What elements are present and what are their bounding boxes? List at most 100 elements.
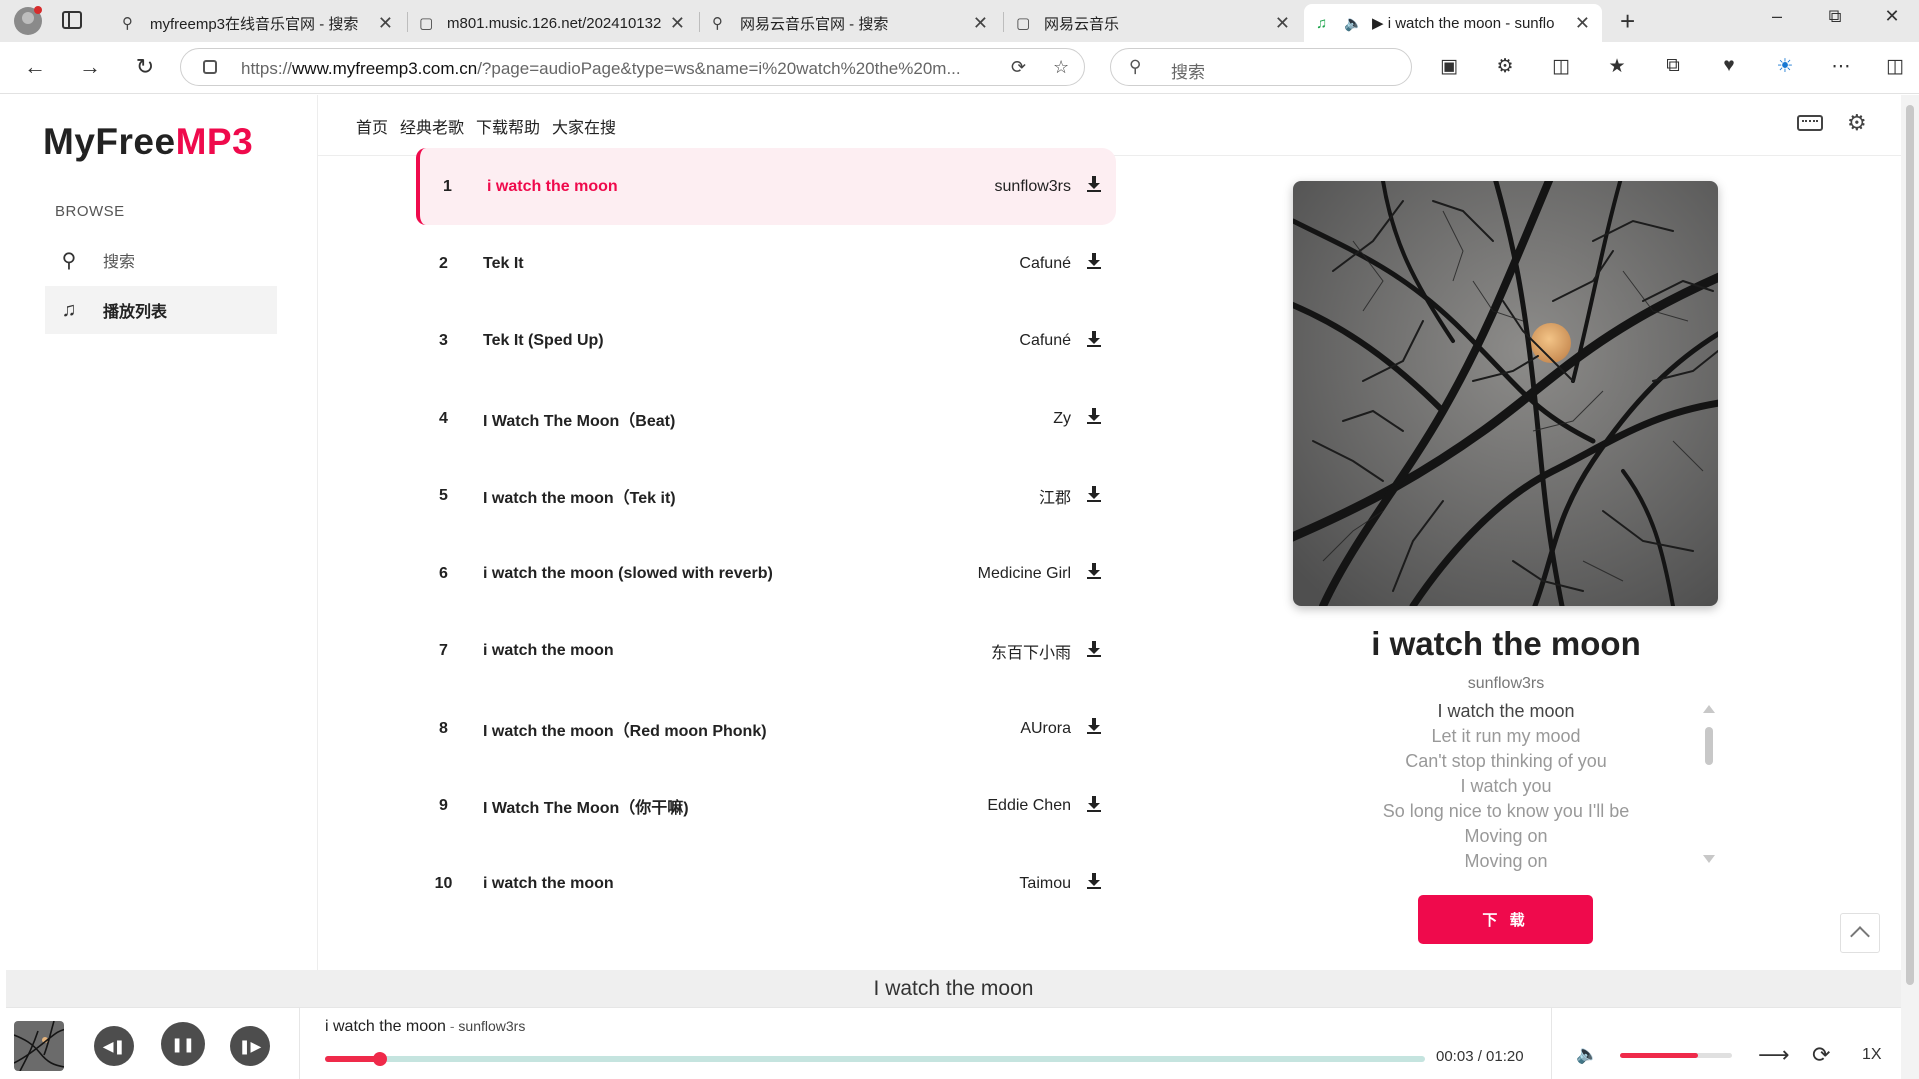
- close-tab-icon[interactable]: ✕: [670, 13, 685, 34]
- previous-track-button[interactable]: ◀❚: [94, 1026, 134, 1066]
- song-title[interactable]: I watch the moon（Tek it): [471, 484, 871, 508]
- back-button[interactable]: ←: [20, 54, 50, 80]
- sidebar-item-search[interactable]: ⚲ 搜索: [45, 236, 277, 284]
- scroll-thumb[interactable]: [1705, 727, 1713, 765]
- song-artist: 东百下小雨: [990, 645, 1071, 663]
- song-row[interactable]: 8 I watch the moon（Red moon Phonk) AUror…: [416, 690, 1116, 768]
- song-number: 5: [439, 487, 448, 505]
- nav-classic-songs[interactable]: 经典老歌: [400, 114, 464, 138]
- tab-netease-music[interactable]: ▢ 网易云音乐 ✕: [1004, 4, 1302, 42]
- speaker-icon[interactable]: 🔈: [1344, 14, 1363, 32]
- favorites-icon[interactable]: ★: [1602, 55, 1632, 78]
- download-button[interactable]: 下 载: [1418, 895, 1593, 944]
- nav-popular-searches[interactable]: 大家在搜: [552, 114, 616, 138]
- url-text[interactable]: https://www.myfreemp3.com.cn/?page=audio…: [241, 59, 1001, 79]
- next-track-button[interactable]: ❚▶: [230, 1026, 270, 1066]
- tab-myfreemp3-search[interactable]: ⚲ myfreemp3在线音乐官网 - 搜索 ✕: [110, 4, 405, 42]
- download-icon[interactable]: [1071, 176, 1116, 197]
- favorite-star-icon[interactable]: ☆: [1053, 57, 1069, 78]
- address-bar[interactable]: https://www.myfreemp3.com.cn/?page=audio…: [180, 48, 1085, 86]
- song-number: 3: [439, 332, 448, 350]
- lyric-line: Let it run my mood: [1431, 726, 1581, 746]
- collections-icon[interactable]: ▣: [1434, 55, 1464, 78]
- edge-copilot-icon[interactable]: ☀: [1770, 55, 1800, 78]
- volume-slider[interactable]: [1620, 1053, 1732, 1058]
- song-number: 8: [439, 719, 448, 737]
- tab-actions-icon[interactable]: [62, 11, 82, 29]
- song-row[interactable]: 1 i watch the moon sunflow3rs: [416, 148, 1116, 225]
- now-playing-artist: sunflow3rs: [1467, 675, 1545, 692]
- song-row[interactable]: 4 I Watch The Moon（Beat) Zy: [416, 380, 1116, 458]
- close-tab-icon[interactable]: ✕: [378, 13, 393, 34]
- lyrics-scrollbar[interactable]: [1703, 705, 1715, 865]
- nav-download-help[interactable]: 下载帮助: [476, 114, 540, 138]
- restore-button[interactable]: ⧉: [1815, 6, 1855, 27]
- volume-icon[interactable]: 🔈: [1576, 1044, 1598, 1065]
- song-row[interactable]: 6 i watch the moon (slowed with reverb) …: [416, 535, 1116, 613]
- tab-netease-search[interactable]: ⚲ 网易云音乐官网 - 搜索 ✕: [700, 4, 1000, 42]
- close-tab-icon[interactable]: ✕: [1275, 13, 1290, 34]
- song-title[interactable]: I watch the moon（Red moon Phonk): [471, 717, 871, 741]
- browser-essentials-icon[interactable]: ♥: [1714, 55, 1744, 77]
- scroll-down-arrow-icon[interactable]: [1703, 855, 1715, 863]
- read-aloud-icon[interactable]: ⟳: [1011, 57, 1026, 78]
- tab-collections-icon[interactable]: ⧉: [1658, 55, 1688, 77]
- close-window-button[interactable]: ✕: [1872, 6, 1912, 27]
- song-title[interactable]: i watch the moon: [471, 875, 871, 893]
- close-tab-icon[interactable]: ✕: [973, 13, 988, 34]
- song-artist: AUrora: [1020, 719, 1071, 737]
- browser-search-box[interactable]: ⚲ 搜索: [1110, 48, 1412, 86]
- new-tab-button[interactable]: +: [1620, 6, 1635, 37]
- scroll-up-arrow-icon[interactable]: [1703, 705, 1715, 713]
- close-tab-icon[interactable]: ✕: [1575, 13, 1590, 34]
- song-artist: Eddie Chen: [987, 797, 1071, 815]
- split-screen-icon[interactable]: ◫: [1546, 55, 1576, 78]
- page-scroll-thumb[interactable]: [1906, 105, 1914, 985]
- forward-button[interactable]: →: [75, 54, 105, 80]
- song-title[interactable]: Tek It: [471, 255, 871, 273]
- nav-home[interactable]: 首页: [356, 114, 388, 138]
- tab-now-playing[interactable]: ♫ 🔈 ▶ i watch the moon - sunflo ✕: [1304, 4, 1602, 42]
- song-title[interactable]: i watch the moon: [471, 642, 871, 660]
- extensions-icon[interactable]: ⚙: [1490, 55, 1520, 78]
- settings-gear-icon[interactable]: ⚙: [1847, 110, 1867, 136]
- site-logo[interactable]: MyFreeMP3: [43, 121, 253, 163]
- tab-music-126-link[interactable]: ▢ m801.music.126.net/20241013230 ✕: [407, 4, 697, 42]
- lyrics-panel[interactable]: I watch the moon Let it run my mood Can'…: [1266, 699, 1746, 874]
- song-title[interactable]: i watch the moon (slowed with reverb): [471, 565, 871, 583]
- page-scrollbar[interactable]: [1901, 95, 1919, 1079]
- keyboard-icon[interactable]: [1797, 115, 1823, 131]
- song-row[interactable]: 10 i watch the moon Taimou: [416, 845, 1116, 923]
- sidebar-toggle-icon[interactable]: ◫: [1880, 55, 1910, 78]
- progress-handle[interactable]: [373, 1052, 387, 1066]
- song-row[interactable]: 5 I watch the moon（Tek it) 江郡: [416, 458, 1116, 536]
- song-row[interactable]: 3 Tek It (Sped Up) Cafuné: [416, 303, 1116, 381]
- song-title[interactable]: I Watch The Moon（你干嘛): [471, 794, 871, 818]
- download-icon[interactable]: [1071, 873, 1116, 894]
- song-row[interactable]: 2 Tek It Cafuné: [416, 225, 1116, 303]
- download-icon[interactable]: [1071, 253, 1116, 274]
- minimize-button[interactable]: –: [1757, 6, 1797, 27]
- song-row[interactable]: 7 i watch the moon 东百下小雨: [416, 613, 1116, 691]
- back-to-top-button[interactable]: [1840, 913, 1880, 953]
- play-order-arrow-icon[interactable]: ⟶: [1758, 1042, 1790, 1068]
- sidebar-item-playlist[interactable]: ♫ 播放列表: [45, 286, 277, 334]
- song-row[interactable]: 9 I Watch The Moon（你干嘛) Eddie Chen: [416, 768, 1116, 846]
- reload-button[interactable]: ↻: [130, 54, 160, 80]
- lock-icon[interactable]: [203, 60, 217, 74]
- download-icon[interactable]: [1071, 408, 1116, 429]
- song-title[interactable]: Tek It (Sped Up): [471, 332, 871, 350]
- song-title[interactable]: I Watch The Moon（Beat): [471, 407, 871, 431]
- repeat-icon[interactable]: ⟳: [1812, 1042, 1830, 1068]
- download-icon[interactable]: [1071, 718, 1116, 739]
- download-icon[interactable]: [1071, 330, 1116, 352]
- song-title[interactable]: i watch the moon: [475, 178, 871, 196]
- download-icon[interactable]: [1071, 563, 1116, 584]
- download-icon[interactable]: [1071, 640, 1116, 662]
- playback-speed[interactable]: 1X: [1862, 1046, 1882, 1064]
- more-menu-icon[interactable]: ⋯: [1826, 55, 1856, 78]
- download-icon[interactable]: [1071, 795, 1116, 817]
- progress-bar[interactable]: [325, 1052, 1425, 1066]
- download-icon[interactable]: [1071, 485, 1116, 507]
- pause-button[interactable]: ❚❚: [161, 1022, 205, 1066]
